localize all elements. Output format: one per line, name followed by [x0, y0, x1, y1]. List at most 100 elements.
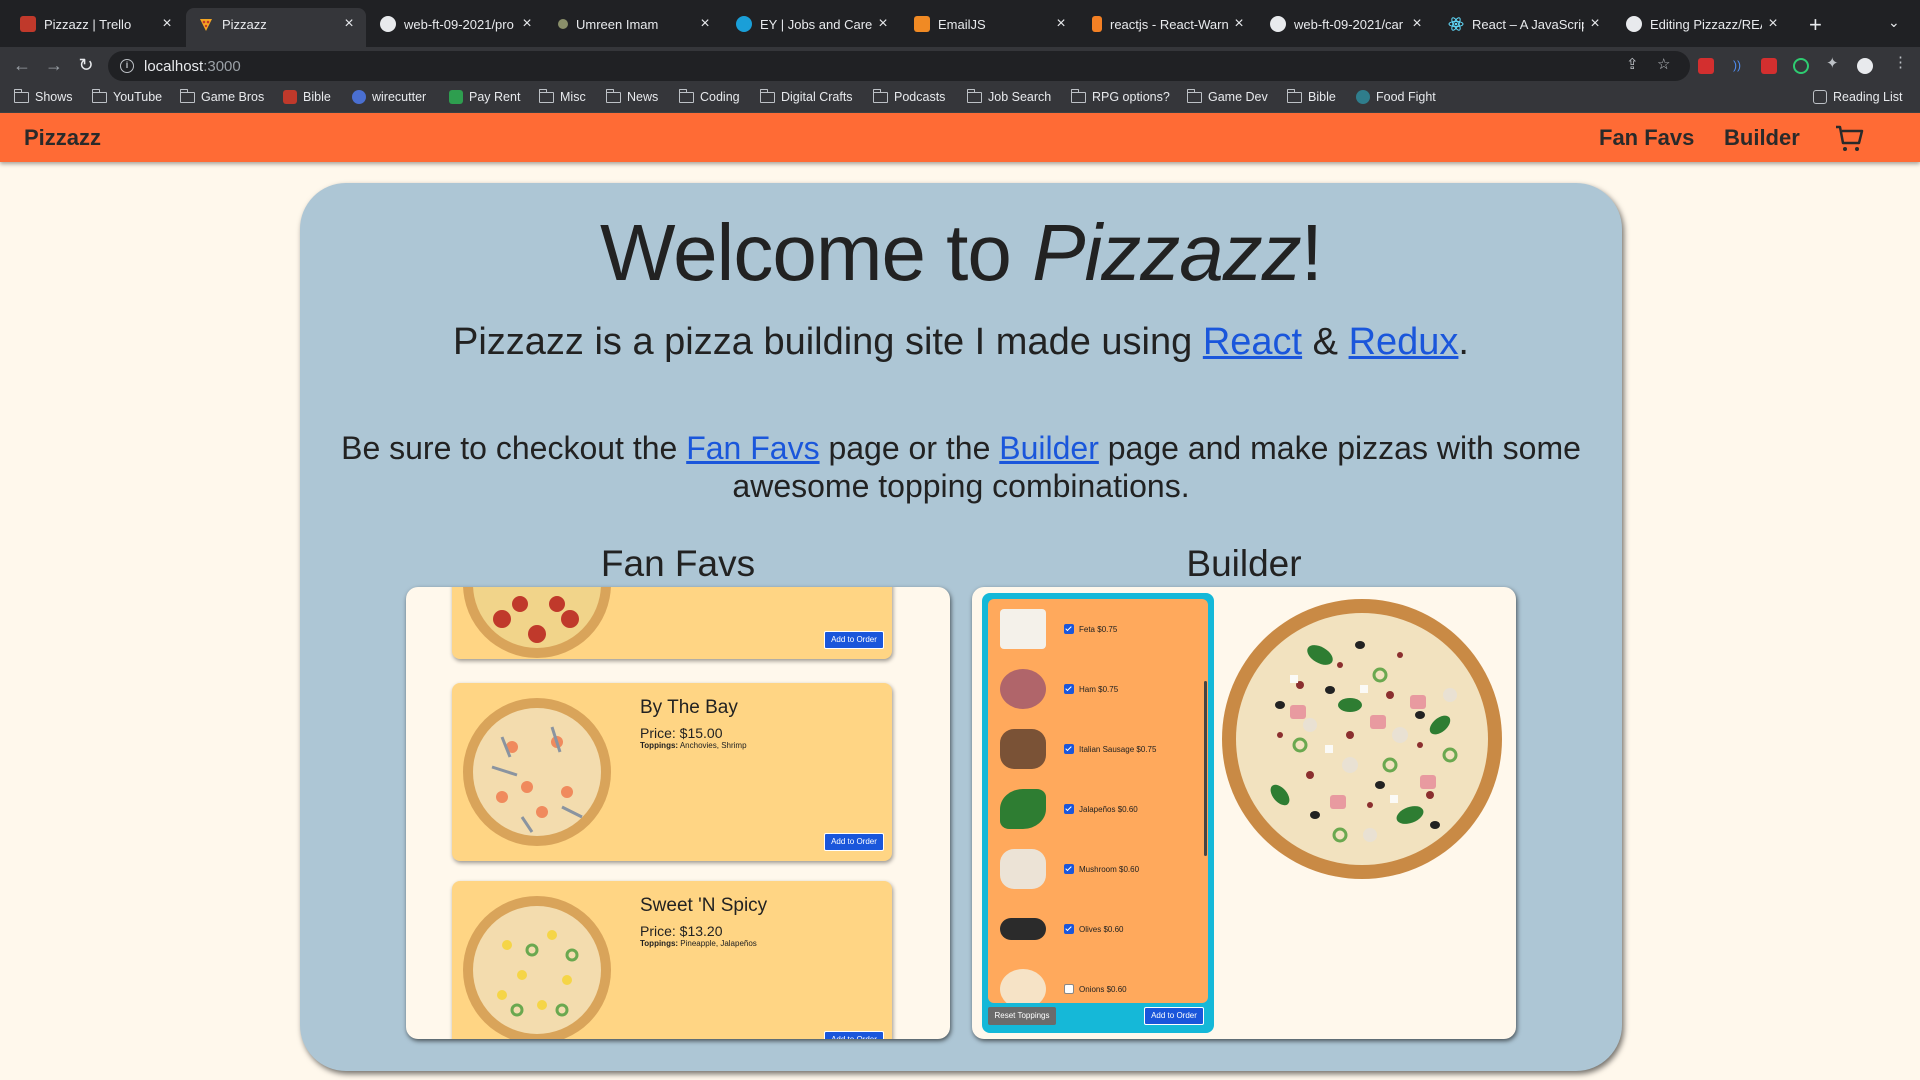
address-bar[interactable]: i localhost:3000 [108, 51, 1690, 81]
forward-button[interactable]: → [42, 55, 66, 76]
site-info-icon[interactable]: i [120, 59, 134, 73]
react-icon [1448, 16, 1464, 32]
folder-icon [13, 88, 29, 103]
add-to-order-button[interactable]: Add to Order [824, 833, 884, 851]
close-tab-icon[interactable]: × [1406, 15, 1428, 33]
folder-icon [1186, 88, 1202, 103]
tab-stackoverflow[interactable]: reactjs - React-Warn × [1080, 8, 1256, 40]
olives-icon [1000, 918, 1046, 940]
readaloud-extension-icon[interactable]: )) [1729, 58, 1745, 74]
tab-umreen[interactable]: Umreen Imam × [546, 8, 722, 40]
topping-ham[interactable]: Ham $0.75 [988, 659, 1188, 719]
bookmark-digital-crafts[interactable]: Digital Crafts [759, 88, 853, 104]
share-icon[interactable]: ⇪ [1626, 55, 1639, 73]
mushroom-checkbox[interactable] [1064, 864, 1074, 874]
add-to-order-button[interactable]: Add to Order [1144, 1007, 1204, 1025]
topping-onions[interactable]: Onions $0.60 [988, 959, 1188, 1003]
topping-feta[interactable]: Feta $0.75 [988, 599, 1188, 659]
topping-italian-sausage[interactable]: Italian Sausage $0.75 [988, 719, 1188, 779]
jalapenos-checkbox[interactable] [1064, 804, 1074, 814]
bookmark-game-bros[interactable]: Game Bros [179, 88, 264, 104]
folder-icon [1070, 88, 1086, 103]
tab-search-chevron-icon[interactable]: ⌄ [1888, 14, 1900, 31]
tab-github-3[interactable]: Editing Pizzazz/REA × [1614, 8, 1790, 40]
lastpass-extension-icon[interactable] [1698, 58, 1714, 74]
close-tab-icon[interactable]: × [1762, 15, 1784, 33]
bookmark-wirecutter[interactable]: wirecutter [352, 90, 426, 104]
bookmark-rpg-options[interactable]: RPG options? [1070, 88, 1170, 104]
reading-list-button[interactable]: Reading List [1813, 90, 1903, 104]
bookmark-coding[interactable]: Coding [678, 88, 740, 104]
cart-icon[interactable] [1834, 123, 1864, 153]
close-tab-icon[interactable]: × [1584, 15, 1606, 33]
react-link[interactable]: React [1203, 321, 1302, 363]
bookmark-food-fight[interactable]: Food Fight [1356, 90, 1436, 104]
bookmark-podcasts[interactable]: Podcasts [872, 88, 945, 104]
close-tab-icon[interactable]: × [516, 15, 538, 33]
tab-react[interactable]: React – A JavaScrip × [1436, 8, 1612, 40]
topping-mushroom[interactable]: Mushroom $0.60 [988, 839, 1188, 899]
tab-pizzazz[interactable]: Pizzazz × [186, 8, 366, 47]
topping-olives[interactable]: Olives $0.60 [988, 899, 1188, 959]
fan-favs-link[interactable]: Fan Favs [686, 430, 819, 466]
back-button[interactable]: ← [10, 55, 34, 76]
add-to-order-button[interactable]: Add to Order [824, 1031, 884, 1039]
nav-builder[interactable]: Builder [1724, 125, 1800, 151]
profile-icon [558, 19, 568, 29]
welcome-card: Welcome to Pizzazz! Pizzazz is a pizza b… [300, 183, 1622, 1071]
tab-ey[interactable]: EY | Jobs and Caree × [724, 8, 900, 40]
close-tab-icon[interactable]: × [156, 15, 178, 33]
profile-avatar-icon[interactable] [1857, 58, 1873, 74]
nav-fan-favs[interactable]: Fan Favs [1599, 125, 1694, 151]
bookmark-bible-folder[interactable]: Bible [1286, 88, 1336, 104]
grammarly-extension-icon[interactable] [1793, 58, 1809, 74]
bookmark-star-icon[interactable]: ☆ [1657, 55, 1670, 73]
tab-emailjs[interactable]: EmailJS × [902, 8, 1078, 40]
bookmark-game-dev[interactable]: Game Dev [1186, 88, 1268, 104]
close-tab-icon[interactable]: × [1228, 15, 1250, 33]
pizza-icon [198, 16, 214, 32]
bookmark-bible-site[interactable]: Bible [283, 90, 331, 104]
bookmark-news[interactable]: News [605, 88, 658, 104]
feta-icon [1000, 609, 1046, 649]
folder-icon [1286, 88, 1302, 103]
reload-button[interactable]: ↻ [74, 55, 98, 76]
bookmark-job-search[interactable]: Job Search [966, 88, 1051, 104]
bookmark-pay-rent[interactable]: Pay Rent [449, 90, 520, 104]
folder-icon [759, 88, 775, 103]
menu-kebab-icon[interactable]: ⋮ [1893, 53, 1908, 71]
toppings-scrollbar[interactable] [1204, 681, 1207, 856]
redux-link[interactable]: Redux [1349, 321, 1459, 363]
feta-checkbox[interactable] [1064, 624, 1074, 634]
reset-toppings-button[interactable]: Reset Toppings [988, 1007, 1056, 1025]
tab-trello[interactable]: Pizzazz | Trello × [8, 8, 184, 40]
bookmark-youtube[interactable]: YouTube [91, 88, 162, 104]
add-to-order-button[interactable]: Add to Order [824, 631, 884, 649]
close-tab-icon[interactable]: × [872, 15, 894, 33]
onion-icon [1000, 969, 1046, 1003]
close-tab-icon[interactable]: × [694, 15, 716, 33]
close-tab-icon[interactable]: × [338, 15, 360, 33]
bookmark-misc[interactable]: Misc [538, 88, 586, 104]
builder-preview[interactable]: Feta $0.75 Ham $0.75 Italian Sausage $0.… [972, 587, 1516, 1039]
url-port: :3000 [203, 57, 241, 75]
hero-cta: Be sure to checkout the Fan Favs page or… [341, 430, 1581, 504]
toppings-panel: Feta $0.75 Ham $0.75 Italian Sausage $0.… [982, 593, 1214, 1033]
extensions-puzzle-icon[interactable]: ✦ [1826, 54, 1839, 72]
folder-icon [678, 88, 694, 103]
italian-sausage-checkbox[interactable] [1064, 744, 1074, 754]
olives-checkbox[interactable] [1064, 924, 1074, 934]
toppings-list: Feta $0.75 Ham $0.75 Italian Sausage $0.… [988, 599, 1208, 1003]
tab-github-2[interactable]: web-ft-09-2021/car × [1258, 8, 1434, 40]
extension-red-icon[interactable] [1761, 58, 1777, 74]
topping-jalapenos[interactable]: Jalapeños $0.60 [988, 779, 1188, 839]
onions-checkbox[interactable] [1064, 984, 1074, 994]
new-tab-button[interactable]: + [1809, 12, 1822, 38]
ham-checkbox[interactable] [1064, 684, 1074, 694]
brand-logo[interactable]: Pizzazz [24, 125, 101, 151]
close-tab-icon[interactable]: × [1050, 15, 1072, 33]
bookmark-shows[interactable]: Shows [13, 88, 73, 104]
tab-github-1[interactable]: web-ft-09-2021/pro × [368, 8, 544, 40]
fan-favs-preview[interactable]: Add to Order By The Bay Price: $15.00 To… [406, 587, 950, 1039]
builder-link[interactable]: Builder [999, 430, 1099, 466]
